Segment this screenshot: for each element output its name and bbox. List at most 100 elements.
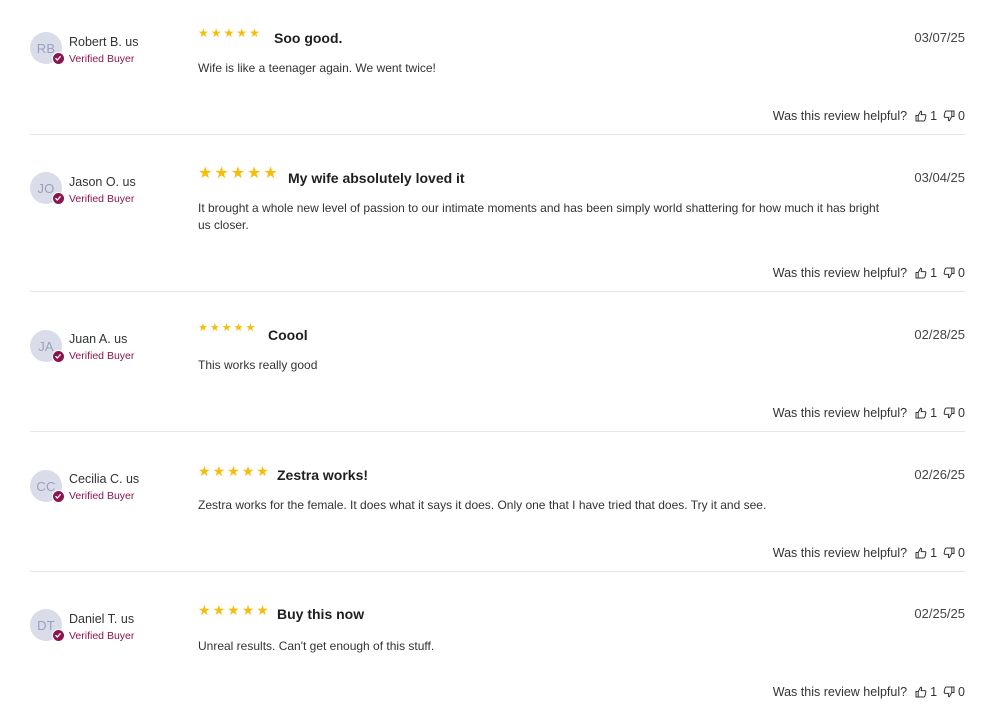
review-date: 03/04/25: [914, 170, 965, 185]
star-icon: ★: [209, 322, 220, 334]
review-title: Zestra works!: [277, 467, 369, 483]
review-item: RB Robert B. us Verified Buyer ★ ★ ★ ★ ★…: [30, 0, 965, 135]
thumbs-down-icon: [943, 267, 955, 279]
star-icon: ★: [230, 165, 246, 182]
thumbs-down-button[interactable]: 0: [943, 546, 965, 560]
verified-buyer-label: Verified Buyer: [69, 193, 135, 205]
reviewer-name: Juan A. us: [69, 332, 128, 346]
reviewer-name: Jason O. us: [69, 175, 136, 189]
review-title: Soo good.: [274, 30, 343, 46]
review-body: It brought a whole new level of passion …: [198, 201, 880, 232]
avatar: RB: [30, 32, 65, 65]
avatar: CC: [30, 470, 65, 503]
star-icon: ★: [221, 322, 232, 334]
star-icon: ★: [227, 602, 240, 618]
review-item: DT Daniel T. us Verified Buyer ★ ★ ★ ★ ★…: [30, 572, 965, 715]
helpful-vote: Was this review helpful? 1 0: [773, 546, 965, 560]
avatar: JO: [30, 172, 65, 205]
verified-buyer-label: Verified Buyer: [69, 53, 135, 65]
reviewer-name: Robert B. us: [69, 35, 139, 49]
star-icon: ★: [241, 463, 255, 479]
thumbs-up-button[interactable]: 1: [915, 685, 943, 699]
avatar-initials: RB: [36, 40, 56, 56]
reviews-list: RB Robert B. us Verified Buyer ★ ★ ★ ★ ★…: [0, 0, 1005, 715]
verified-check-icon: [52, 52, 65, 65]
thumbs-down-button[interactable]: 0: [943, 266, 965, 280]
avatar-initials: JA: [38, 338, 54, 354]
star-icon: ★: [256, 602, 269, 618]
thumbs-up-icon: [915, 686, 927, 698]
star-icon: ★: [198, 602, 211, 618]
verified-check-icon: [52, 629, 65, 642]
thumbs-down-icon: [943, 547, 955, 559]
thumbs-up-icon: [915, 407, 927, 419]
review-date: 03/07/25: [914, 30, 965, 45]
star-rating: ★ ★ ★ ★ ★: [198, 323, 255, 334]
star-icon: ★: [210, 26, 222, 40]
review-body: Unreal results. Can't get enough of this…: [198, 639, 435, 653]
avatar-initials: DT: [37, 617, 55, 633]
thumbs-up-count: 1: [930, 406, 938, 420]
verified-buyer-label: Verified Buyer: [69, 350, 135, 362]
review-date: 02/28/25: [914, 327, 965, 342]
star-icon: ★: [227, 463, 240, 479]
star-icon: ★: [198, 463, 211, 479]
thumbs-down-button[interactable]: 0: [943, 406, 965, 420]
star-icon: ★: [249, 26, 260, 40]
thumbs-up-count: 1: [930, 109, 938, 123]
star-rating: ★ ★ ★ ★ ★: [198, 464, 269, 478]
review-body: This works really good: [198, 358, 318, 372]
review-date: 02/26/25: [914, 467, 965, 482]
review-title: My wife absolutely loved it: [288, 170, 465, 186]
thumbs-down-icon: [943, 407, 955, 419]
star-icon: ★: [233, 322, 244, 334]
star-icon: ★: [198, 26, 209, 40]
thumbs-up-icon: [915, 547, 927, 559]
star-icon: ★: [212, 602, 226, 618]
thumbs-down-count: 0: [958, 685, 965, 699]
thumbs-up-button[interactable]: 1: [915, 109, 943, 123]
review-date: 02/25/25: [914, 606, 965, 621]
review-title: Buy this now: [277, 606, 365, 622]
review-body: Wife is like a teenager again. We went t…: [198, 61, 436, 75]
review-item: JO Jason O. us Verified Buyer ★ ★ ★ ★ ★ …: [30, 135, 965, 292]
thumbs-up-button[interactable]: 1: [915, 406, 943, 420]
thumbs-up-button[interactable]: 1: [915, 546, 943, 560]
helpful-vote: Was this review helpful? 1 0: [773, 685, 965, 699]
star-icon: ★: [214, 165, 229, 182]
star-rating: ★ ★ ★ ★ ★: [198, 27, 260, 39]
review-item: JA Juan A. us Verified Buyer ★ ★ ★ ★ ★ C…: [30, 292, 965, 432]
star-icon: ★: [212, 463, 226, 479]
thumbs-up-count: 1: [930, 685, 938, 699]
thumbs-down-count: 0: [958, 266, 965, 280]
helpful-vote: Was this review helpful? 1 0: [773, 266, 965, 280]
helpful-question: Was this review helpful?: [772, 406, 908, 420]
star-icon: ★: [198, 322, 208, 334]
star-icon: ★: [236, 26, 248, 40]
review-item: CC Cecilia C. us Verified Buyer ★ ★ ★ ★ …: [30, 432, 965, 572]
thumbs-up-icon: [915, 267, 927, 279]
star-rating: ★ ★ ★ ★ ★: [198, 166, 278, 182]
thumbs-up-button[interactable]: 1: [915, 266, 943, 280]
review-body: Zestra works for the female. It does wha…: [198, 498, 767, 512]
thumbs-down-button[interactable]: 0: [943, 685, 965, 699]
verified-buyer-label: Verified Buyer: [69, 490, 135, 502]
helpful-question: Was this review helpful?: [772, 109, 908, 123]
thumbs-up-count: 1: [930, 546, 938, 560]
avatar: JA: [30, 330, 65, 363]
helpful-vote: Was this review helpful? 1 0: [773, 406, 965, 420]
thumbs-down-icon: [943, 686, 955, 698]
reviewer-name: Cecilia C. us: [69, 472, 140, 486]
star-icon: ★: [198, 165, 213, 182]
helpful-question: Was this review helpful?: [772, 546, 908, 560]
verified-check-icon: [52, 350, 65, 363]
thumbs-up-icon: [915, 110, 927, 122]
review-title: Coool: [268, 327, 308, 343]
helpful-question: Was this review helpful?: [772, 266, 908, 280]
thumbs-down-count: 0: [958, 406, 965, 420]
star-icon: ★: [241, 602, 255, 618]
star-icon: ★: [223, 26, 235, 40]
thumbs-down-button[interactable]: 0: [943, 109, 965, 123]
star-icon: ★: [256, 463, 269, 479]
verified-check-icon: [52, 490, 65, 503]
